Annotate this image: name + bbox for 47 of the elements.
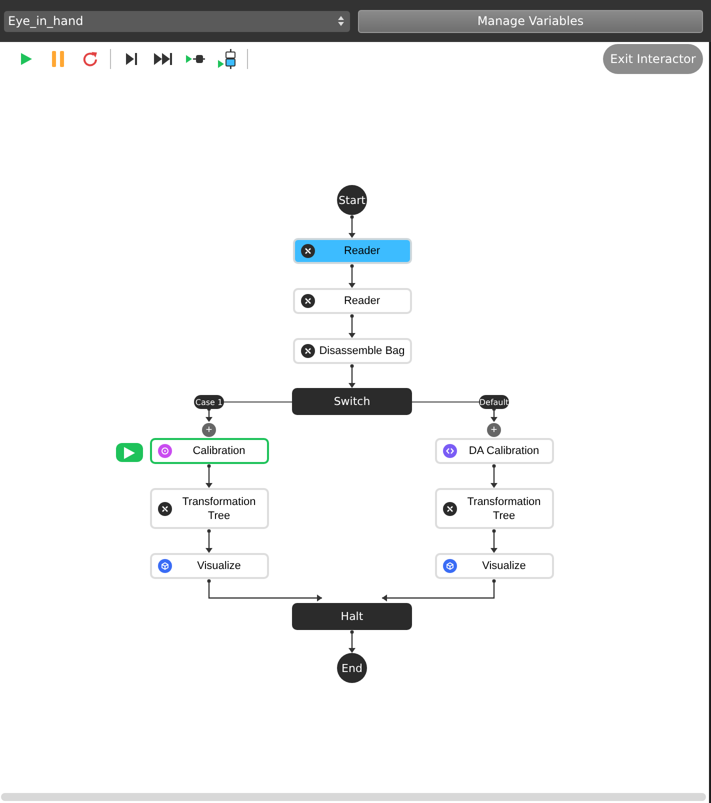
step-node[interactable]: Reader (293, 238, 412, 264)
connector (348, 215, 356, 238)
tool-icon (301, 294, 315, 308)
visualize-icon (443, 559, 457, 573)
connector (348, 264, 356, 288)
step-node[interactable]: Transformation Tree (150, 488, 269, 529)
scrollbar[interactable] (1, 793, 706, 801)
code-icon (443, 444, 457, 458)
start-node: Start (337, 185, 367, 215)
pause-icon (51, 51, 65, 67)
tool-icon (443, 502, 457, 516)
end-node: End (337, 653, 367, 683)
step-node[interactable]: Transformation Tree (435, 488, 554, 529)
case-label[interactable]: Default (479, 395, 509, 409)
connector (206, 464, 212, 488)
restart-icon (82, 50, 98, 68)
fast-forward-icon (154, 53, 172, 65)
step-node[interactable]: Visualize (150, 553, 269, 579)
add-step-button[interactable]: + (487, 423, 501, 437)
breakpoint-icon (186, 53, 204, 65)
connector (348, 364, 356, 388)
spinner-icon (338, 16, 344, 26)
step-node[interactable]: Visualize (435, 553, 554, 579)
step-icon (124, 53, 138, 65)
add-step-button[interactable]: + (202, 423, 216, 437)
connector (348, 630, 356, 653)
tool-icon (301, 344, 315, 358)
connector (490, 529, 498, 553)
switch-node[interactable]: Switch (292, 388, 412, 415)
connector (490, 464, 498, 488)
tool-icon (158, 502, 172, 516)
step-node[interactable]: Calibration (150, 438, 269, 464)
visualize-icon (158, 559, 172, 573)
step-node[interactable]: Reader (293, 288, 412, 314)
workflow-select[interactable]: Eye_in_hand (4, 10, 350, 32)
connector (206, 529, 212, 553)
manage-variables-button[interactable]: Manage Variables (358, 10, 703, 32)
step-into-icon (218, 49, 236, 69)
tool-icon (301, 244, 315, 258)
step-node[interactable]: DA Calibration (435, 438, 554, 464)
connector (348, 314, 356, 338)
halt-node[interactable]: Halt (292, 603, 412, 630)
play-icon (124, 446, 135, 458)
step-node[interactable]: Disassemble Bag (293, 338, 412, 364)
calibration-icon (158, 444, 172, 458)
play-icon (19, 52, 33, 66)
case-label[interactable]: Case 1 (194, 395, 224, 409)
